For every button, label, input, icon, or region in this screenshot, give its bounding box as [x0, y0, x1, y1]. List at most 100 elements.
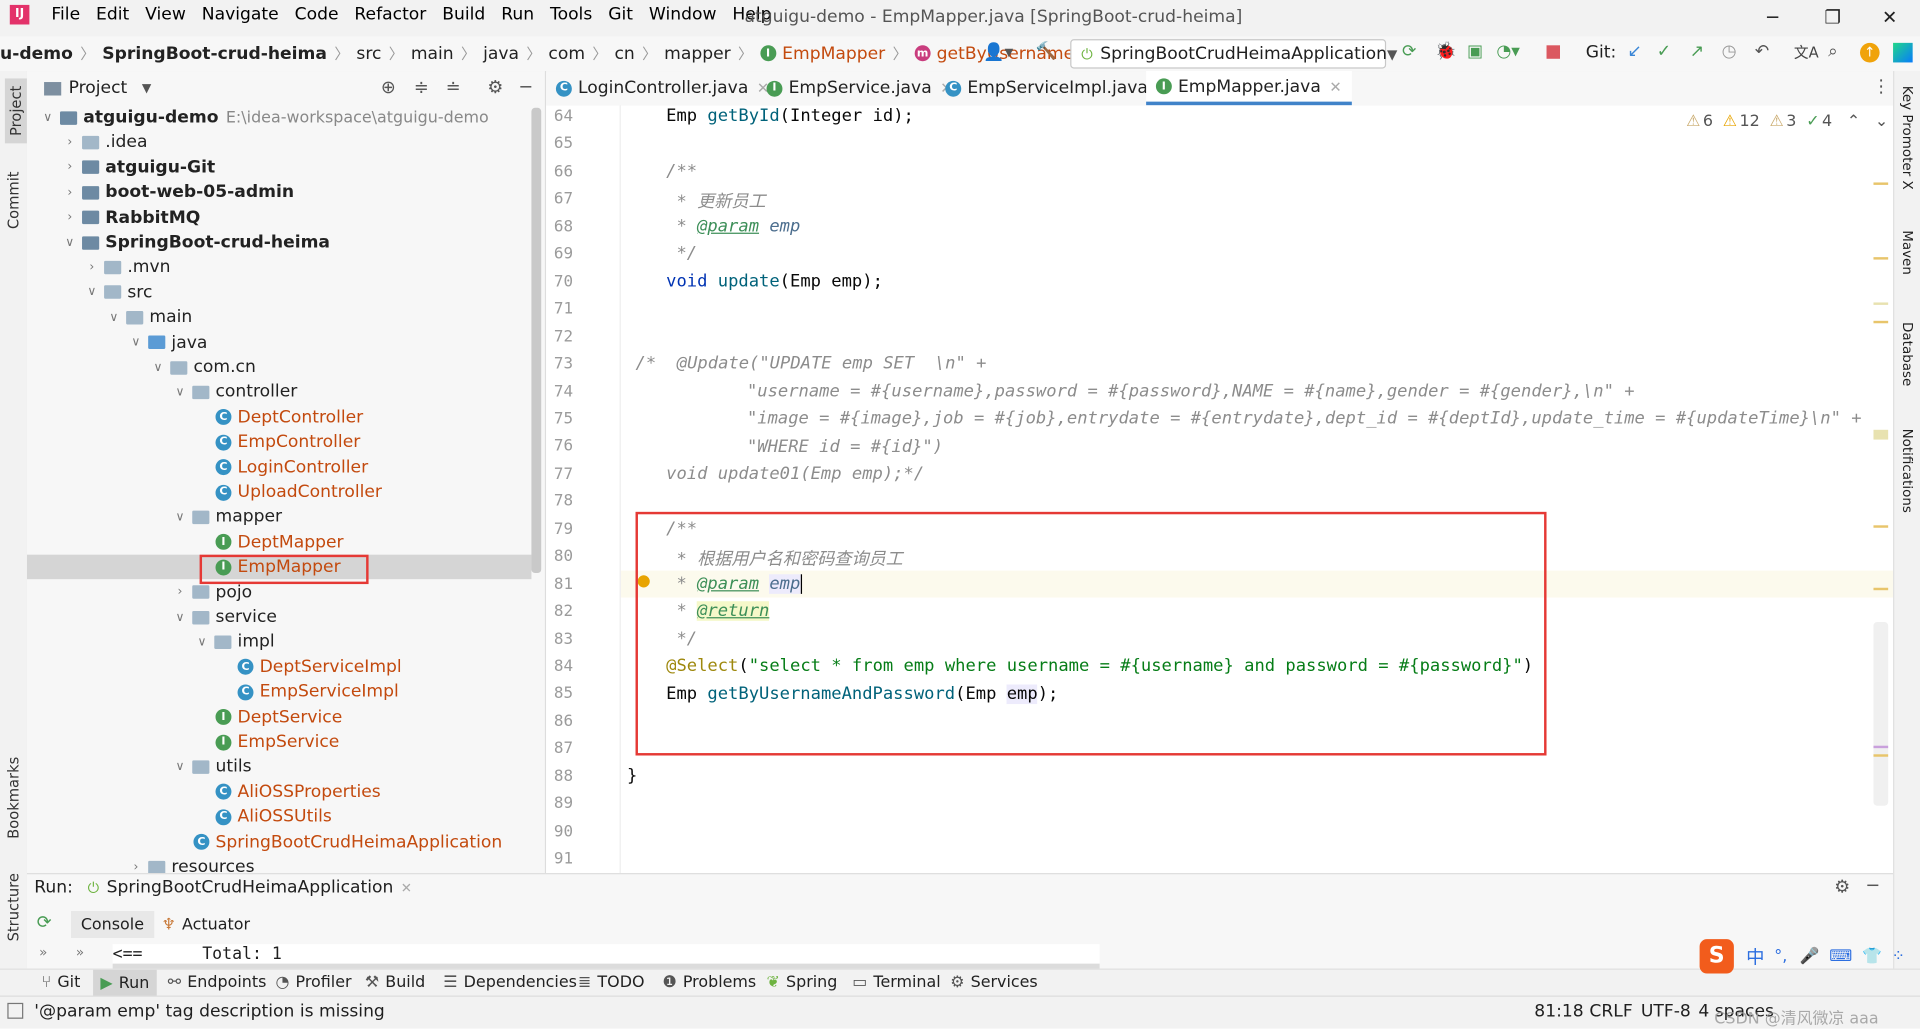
- tree-node[interactable]: › RabbitMQ: [61, 205, 200, 229]
- chevron-down-icon[interactable]: ∨: [127, 336, 144, 349]
- menu-refactor[interactable]: Refactor: [354, 5, 426, 25]
- bookmarks-tool-tab[interactable]: Bookmarks: [5, 757, 22, 839]
- tab-empservice[interactable]: I EmpService.java ✕: [757, 71, 963, 105]
- git-push-icon[interactable]: ↗: [1690, 42, 1704, 62]
- tree-node[interactable]: ∨ atguigu-demo E:\idea-workspace\atguigu-d…: [39, 105, 488, 129]
- breadcrumb-main[interactable]: main: [411, 43, 454, 63]
- chevron-down-icon[interactable]: ∨: [105, 311, 122, 324]
- menu-git[interactable]: Git: [608, 5, 633, 25]
- input-method-toolbar[interactable]: S 中 °, 🎤 ⌨ 👕 ⁘: [1699, 938, 1905, 975]
- endpoints-tool[interactable]: ⚯ Endpoints: [168, 973, 267, 991]
- chevron-down-icon[interactable]: ∨: [171, 760, 188, 773]
- chevron-down-icon[interactable]: ▼: [142, 81, 151, 94]
- project-panel-title[interactable]: Project: [69, 78, 128, 98]
- tree-scrollbar[interactable]: [531, 107, 542, 574]
- close-icon[interactable]: ✕: [1882, 6, 1897, 28]
- chevron-right-icon[interactable]: ›: [61, 186, 78, 199]
- menu-run[interactable]: Run: [501, 5, 534, 25]
- more-tabs-icon[interactable]: ⋮: [1872, 77, 1890, 97]
- actuator-tab[interactable]: ♆ Actuator: [162, 911, 250, 938]
- tab-empmapper[interactable]: I EmpMapper.java ✕: [1146, 71, 1352, 106]
- gear-icon[interactable]: ⚙: [1834, 878, 1850, 898]
- rerun-icon[interactable]: ⟳: [1402, 42, 1416, 62]
- tab-logincontroller[interactable]: C LoginController.java ✕: [546, 71, 779, 105]
- debug-icon[interactable]: 🐞: [1435, 42, 1456, 62]
- tree-node[interactable]: C EmpServiceImpl: [216, 680, 399, 704]
- search-icon[interactable]: ⌕: [1828, 42, 1838, 62]
- tree-node[interactable]: I DeptService: [193, 705, 342, 729]
- previous-highlight-icon[interactable]: ⌃: [1847, 113, 1860, 131]
- tree-node[interactable]: ∨ mapper: [171, 505, 283, 529]
- notifications-tool-tab[interactable]: Notifications: [1899, 429, 1915, 513]
- tree-node[interactable]: ∨ service: [171, 605, 277, 629]
- tree-node[interactable]: C LoginController: [193, 455, 368, 479]
- tree-node[interactable]: C EmpController: [193, 430, 360, 454]
- caret-position[interactable]: 81:18: [1534, 1002, 1583, 1022]
- run-tool[interactable]: ▶ Run: [93, 969, 157, 997]
- tree-node[interactable]: › atguigu-Git: [61, 155, 215, 179]
- breadcrumb-cn[interactable]: cn: [614, 43, 634, 63]
- tree-node[interactable]: C AliOSSProperties: [193, 780, 381, 804]
- tree-node[interactable]: › .idea: [61, 130, 147, 154]
- menu-file[interactable]: File: [51, 5, 80, 25]
- collapse-all-icon[interactable]: ≐: [446, 78, 461, 98]
- maven-tool-tab[interactable]: Maven: [1899, 230, 1915, 275]
- build-tool[interactable]: ⚒ Build: [365, 973, 425, 991]
- chevron-right-icon[interactable]: ›: [61, 211, 78, 224]
- tree-node[interactable]: ∨ utils: [171, 755, 252, 779]
- dependencies-tool[interactable]: ☰ Dependencies: [443, 973, 577, 991]
- target-icon[interactable]: ⊕: [381, 78, 396, 98]
- profile-icon[interactable]: ◔▾: [1496, 42, 1520, 62]
- chevron-down-icon[interactable]: ∨: [61, 236, 78, 249]
- inspection-widget[interactable]: ⚠ 6 ⚠ 12 ⚠ 3 ✓ 4 ⌃ ⌄: [1686, 113, 1888, 131]
- tree-node[interactable]: C SpringBootCrudHeimaApplication: [171, 830, 502, 854]
- chevron-down-icon[interactable]: ∨: [171, 510, 188, 523]
- tree-node[interactable]: ∨ impl: [193, 630, 275, 654]
- chevron-right-icon[interactable]: ›: [171, 585, 188, 598]
- status-message[interactable]: '@param emp' tag description is missing: [34, 1002, 385, 1022]
- tree-node[interactable]: I DeptMapper: [193, 530, 344, 554]
- menu-build[interactable]: Build: [442, 5, 485, 25]
- commit-tool-tab[interactable]: Commit: [5, 171, 22, 229]
- git-update-icon[interactable]: ↙: [1627, 42, 1641, 62]
- menu-navigate[interactable]: Navigate: [202, 5, 279, 25]
- tree-node[interactable]: › .mvn: [83, 255, 170, 279]
- close-tab-icon[interactable]: ✕: [1329, 78, 1341, 95]
- build-hammer-icon[interactable]: 🔨: [1036, 42, 1057, 62]
- chevron-down-icon[interactable]: ∨: [39, 111, 56, 124]
- status-toggle-icon[interactable]: [7, 1002, 24, 1019]
- close-tab-icon[interactable]: ✕: [401, 880, 412, 896]
- breadcrumb-src[interactable]: src: [356, 43, 381, 63]
- project-tool-tab[interactable]: Project: [4, 78, 27, 144]
- translate-icon[interactable]: 文A: [1794, 42, 1819, 63]
- update-icon[interactable]: ↑: [1860, 42, 1880, 63]
- database-tool-tab[interactable]: Database: [1899, 322, 1915, 386]
- tree-node[interactable]: ∨ com.cn: [149, 355, 255, 379]
- breadcrumb-com[interactable]: com: [548, 43, 585, 63]
- todo-tool[interactable]: ≣ TODO: [578, 973, 645, 991]
- coverage-icon[interactable]: ▣: [1467, 42, 1483, 62]
- tree-node[interactable]: ∨ controller: [171, 380, 298, 404]
- chevron-right-icon[interactable]: ›: [61, 161, 78, 174]
- tree-node[interactable]: ∨ java: [127, 330, 207, 354]
- jetbrains-logo-icon[interactable]: [1893, 42, 1913, 63]
- problems-tool[interactable]: ❶ Problems: [662, 973, 756, 991]
- expand-icon[interactable]: »: [39, 944, 47, 960]
- chevron-down-icon[interactable]: ∨: [171, 386, 188, 399]
- breadcrumb-mapper[interactable]: mapper: [664, 43, 731, 63]
- tree-node[interactable]: C DeptServiceImpl: [216, 655, 402, 679]
- chevron-right-icon[interactable]: ›: [127, 860, 144, 873]
- gear-icon[interactable]: ⚙: [487, 78, 503, 98]
- tree-node[interactable]: › resources: [127, 855, 255, 874]
- chevron-down-icon[interactable]: ∨: [83, 286, 100, 299]
- console-tab[interactable]: Console: [71, 911, 154, 938]
- menu-window[interactable]: Window: [649, 5, 717, 25]
- tree-node[interactable]: C DeptController: [193, 405, 363, 429]
- breadcrumb-empmapper[interactable]: EmpMapper: [782, 43, 885, 63]
- line-separator[interactable]: CRLF: [1589, 1002, 1632, 1022]
- git-commit-icon[interactable]: ✓: [1657, 42, 1671, 62]
- expand-icon[interactable]: »: [76, 944, 84, 960]
- tree-node[interactable]: ∨ src: [83, 280, 152, 304]
- git-tool[interactable]: ⑂ Git: [42, 973, 81, 991]
- tree-node[interactable]: I EmpService: [193, 730, 339, 754]
